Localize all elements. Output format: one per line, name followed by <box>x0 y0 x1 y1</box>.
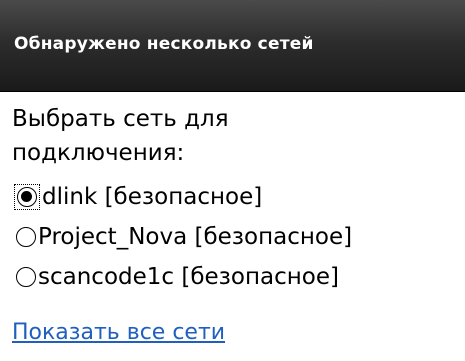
network-option-label: scancode1c [безопасное] <box>38 264 339 290</box>
network-option-dlink[interactable]: dlink [безопасное] <box>14 180 262 214</box>
network-select-dialog: Обнаружено несколько сетей Выбрать сеть … <box>0 0 465 361</box>
network-option-label: dlink [безопасное] <box>42 184 263 210</box>
show-all-networks-link[interactable]: Показать все сети <box>12 320 225 345</box>
network-option-scancode1c[interactable]: scancode1c [безопасное] <box>16 260 339 294</box>
radio-unselected-icon[interactable] <box>16 227 36 247</box>
radio-focus-ring <box>14 184 40 210</box>
dialog-title: Обнаружено несколько сетей <box>14 34 314 54</box>
network-option-project-nova[interactable]: Project_Nova [безопасное] <box>16 220 352 254</box>
radio-selected-icon[interactable] <box>17 187 37 207</box>
radio-unselected-icon[interactable] <box>16 267 36 287</box>
dialog-content: Выбрать сеть для подключения: dlink [без… <box>0 92 465 361</box>
title-bar: Обнаружено несколько сетей <box>0 0 465 92</box>
network-prompt: Выбрать сеть для подключения: <box>12 106 229 166</box>
network-option-label: Project_Nova [безопасное] <box>38 224 353 250</box>
